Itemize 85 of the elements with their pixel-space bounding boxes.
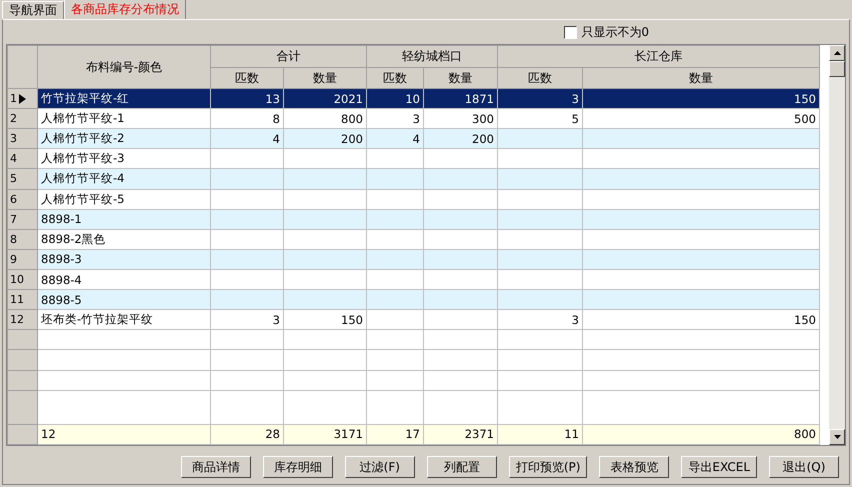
table-cell: 500 [582, 108, 820, 129]
table-cell: 4 [366, 128, 424, 149]
group-header: 长江仓库 [498, 46, 820, 68]
column-header: 数量 [424, 68, 498, 88]
table-cell [366, 229, 424, 250]
table-cell: 坯布类-竹节拉架平纹 [38, 310, 210, 330]
table-cell: 150 [284, 310, 366, 330]
row-number: 8 [10, 232, 17, 246]
table-cell: 5 [498, 108, 582, 129]
table-cell [366, 189, 424, 210]
scroll-down-button[interactable] [829, 429, 845, 445]
footer-cell: 3171 [284, 424, 366, 444]
footer-cell: 12 [38, 424, 210, 444]
scroll-thumb[interactable] [829, 61, 845, 77]
table-cell [366, 148, 424, 169]
toolbar-button[interactable]: 导出EXCEL [681, 456, 757, 478]
table-cell: 3 [210, 310, 284, 330]
row-number: 12 [10, 313, 24, 326]
table-cell: 8898-4 [38, 269, 210, 290]
group-header: 合计 [210, 46, 366, 68]
table-cell: 300 [424, 108, 498, 129]
table-cell: 800 [284, 108, 366, 129]
toolbar-button[interactable]: 打印预览(P) [508, 456, 588, 478]
table-cell: 150 [582, 88, 820, 109]
table-cell: 13 [210, 88, 284, 109]
table-cell: 8898-1 [38, 209, 210, 230]
table-cell: 8898-2黑色 [38, 229, 210, 250]
row-number: 2 [10, 112, 17, 126]
footer-cell: 28 [210, 424, 284, 444]
table-cell: 3 [366, 108, 424, 129]
row-number: 1 [10, 92, 17, 106]
footer-cell: 11 [498, 424, 582, 444]
table-cell: 8898-3 [38, 249, 210, 270]
row-number: 3 [10, 132, 17, 146]
table-cell: 3 [498, 88, 582, 109]
toolbar-button[interactable]: 商品详情 [180, 456, 251, 478]
toolbar-button[interactable]: 库存明细 [262, 456, 333, 478]
table-cell: 人棉竹节平纹-5 [38, 189, 210, 210]
row-number: 4 [10, 152, 17, 166]
table-cell [366, 249, 424, 270]
row-number: 5 [10, 172, 17, 186]
table-cell: 3 [498, 310, 582, 330]
table-cell: 竹节拉架平纹-红 [38, 88, 210, 109]
table-cell: 人棉竹节平纹-3 [38, 148, 210, 169]
column-header: 数量 [284, 68, 366, 88]
column-header: 匹数 [210, 68, 284, 88]
up-arrow-icon [834, 51, 840, 55]
checkbox[interactable] [564, 26, 578, 38]
row-number: 6 [10, 192, 17, 206]
scroll-up-button[interactable] [829, 45, 845, 61]
table-cell: 1871 [424, 88, 498, 109]
checkbox-label: 只显示不为0 [581, 24, 649, 40]
table-cell [366, 290, 424, 310]
footer-cell: 2371 [424, 424, 498, 444]
table-cell: 10 [366, 88, 424, 109]
footer-cell: 800 [582, 424, 820, 444]
column-header: 数量 [582, 68, 820, 88]
column-header: 匹数 [366, 68, 424, 88]
table-cell: 150 [582, 310, 820, 330]
row-number: 10 [10, 273, 24, 286]
table-cell: 人棉竹节平纹-1 [38, 108, 210, 129]
column-header: 布料编号-颜色 [38, 46, 210, 88]
toolbar-button[interactable]: 表格预览 [599, 456, 670, 478]
table-cell: 4 [210, 128, 284, 149]
table-cell: 200 [284, 128, 366, 149]
footer-cell: 17 [366, 424, 424, 444]
table-cell: 8 [210, 108, 284, 129]
table-cell: 200 [424, 128, 498, 149]
toolbar-button[interactable]: 退出(Q) [769, 456, 839, 478]
row-number: 7 [10, 212, 17, 226]
column-header: 匹数 [498, 68, 582, 88]
tab[interactable]: 导航界面 [2, 1, 64, 19]
toolbar-button[interactable]: 过滤(F) [344, 456, 415, 478]
toolbar-button[interactable]: 列配置 [426, 456, 497, 478]
table-cell [366, 209, 424, 230]
row-number: 11 [10, 293, 24, 306]
table-cell: 人棉竹节平纹-2 [38, 128, 210, 149]
group-header: 轻纺城档口 [366, 46, 498, 68]
table-cell: 2021 [284, 88, 366, 109]
row-number: 9 [10, 252, 17, 266]
table-cell: 人棉竹节平纹-4 [38, 168, 210, 190]
down-arrow-icon [834, 435, 840, 439]
table-cell: 8898-5 [38, 290, 210, 310]
table-cell [366, 269, 424, 290]
table-cell [366, 168, 424, 190]
